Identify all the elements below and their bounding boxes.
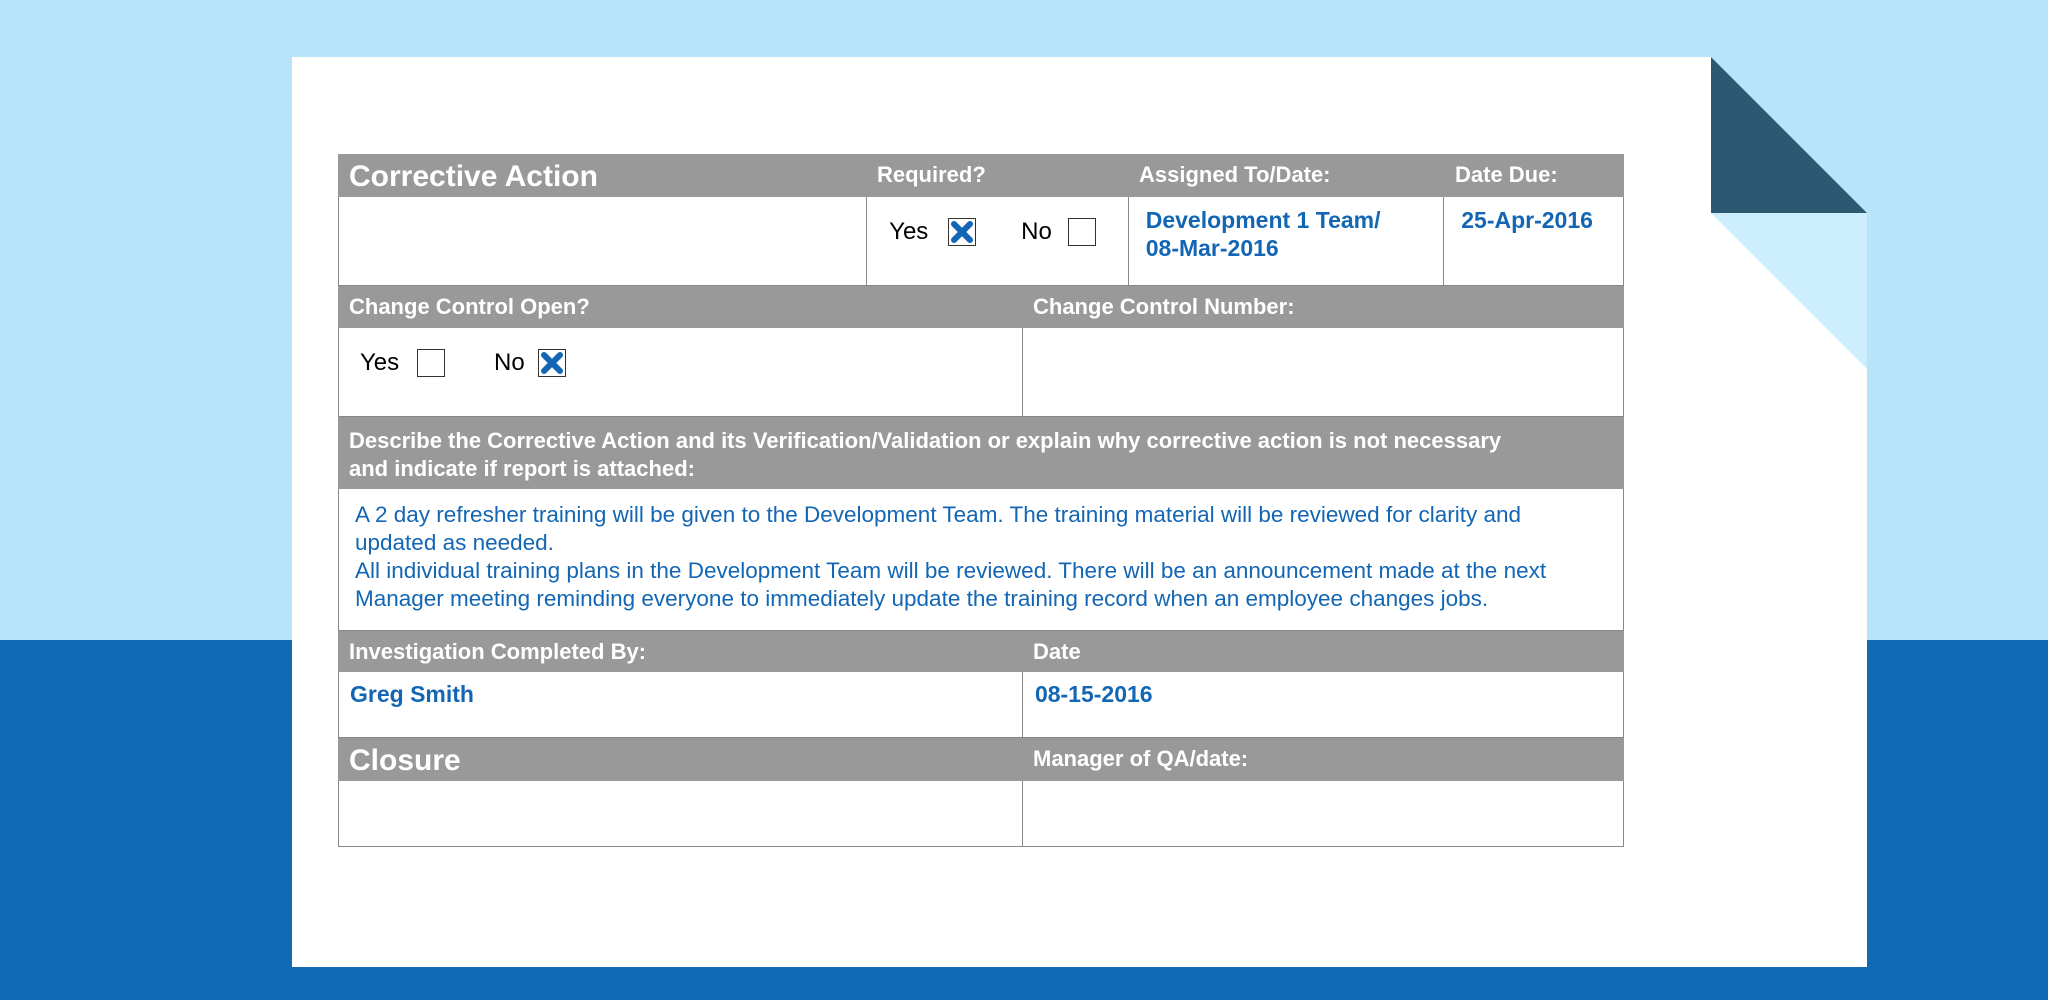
investigation-completed-by-value: Greg Smith bbox=[350, 681, 474, 707]
description-text: A 2 day refresher training will be given… bbox=[339, 489, 1623, 630]
change-control-open-label: Change Control Open? bbox=[349, 294, 590, 319]
investigation-date-value: 08-15-2016 bbox=[1021, 672, 1623, 737]
check-x-icon bbox=[540, 352, 563, 374]
description-label-line1: Describe the Corrective Action and its V… bbox=[349, 428, 1502, 453]
change-control-no-group: No bbox=[494, 349, 566, 377]
required-label: Required? bbox=[877, 162, 986, 187]
description-line-2: updated as needed. bbox=[355, 530, 554, 555]
corrective-action-blank-cell bbox=[339, 197, 866, 285]
change-control-number-label: Change Control Number: bbox=[1033, 294, 1295, 319]
manager-qa-field[interactable] bbox=[1021, 781, 1623, 846]
date-due-value: 25-Apr-2016 bbox=[1443, 197, 1623, 285]
description-body-row: A 2 day refresher training will be given… bbox=[338, 489, 1624, 631]
change-control-yes-label: Yes bbox=[360, 349, 400, 376]
check-x-icon bbox=[951, 221, 974, 243]
corrective-action-values-row: Yes No Development 1 Team/ 08-Mar-2016 2… bbox=[338, 197, 1624, 286]
assigned-to-cell: Development 1 Team/ 08-Mar-2016 bbox=[1127, 197, 1444, 285]
description-label: Describe the Corrective Action and its V… bbox=[338, 417, 1624, 489]
description-label-line2: and indicate if report is attached: bbox=[349, 456, 695, 481]
required-no-group: No bbox=[1021, 218, 1096, 246]
change-control-yes-group: Yes bbox=[360, 349, 446, 377]
change-control-header-row: Change Control Open? Change Control Numb… bbox=[338, 286, 1624, 328]
change-control-number-field[interactable] bbox=[1021, 328, 1623, 416]
description-line-1: A 2 day refresher training will be given… bbox=[355, 502, 1522, 527]
closure-title: Closure bbox=[349, 744, 461, 777]
required-yes-checkbox[interactable] bbox=[948, 218, 977, 246]
closure-field[interactable] bbox=[339, 781, 1022, 846]
closure-header-row: Closure Manager of QA/date: bbox=[338, 738, 1624, 781]
description-line-3: All individual training plans in the Dev… bbox=[355, 558, 1547, 583]
required-yes-label: Yes bbox=[889, 218, 929, 245]
required-cell: Yes No bbox=[866, 197, 1128, 285]
change-control-no-checkbox[interactable] bbox=[537, 349, 566, 377]
change-control-open-cell: Yes No bbox=[339, 328, 1022, 416]
change-control-values-row: Yes No bbox=[338, 328, 1624, 417]
assigned-to-team: Development 1 Team/ bbox=[1145, 207, 1381, 233]
investigation-values-row: Greg Smith 08-15-2016 bbox=[338, 672, 1624, 738]
required-no-label: No bbox=[1021, 218, 1052, 245]
assigned-to-label: Assigned To/Date: bbox=[1139, 162, 1331, 187]
required-yes-group: Yes bbox=[889, 218, 977, 246]
manager-qa-label: Manager of QA/date: bbox=[1033, 746, 1249, 771]
date-due-label: Date Due: bbox=[1455, 162, 1558, 187]
closure-values-row bbox=[338, 781, 1624, 847]
investigation-date-label: Date bbox=[1033, 639, 1081, 664]
investigation-header-row: Investigation Completed By: Date bbox=[338, 631, 1624, 672]
change-control-no-label: No bbox=[494, 349, 525, 376]
corrective-action-title: Corrective Action bbox=[349, 160, 598, 193]
change-control-yes-checkbox[interactable] bbox=[417, 349, 446, 377]
required-no-checkbox[interactable] bbox=[1067, 218, 1096, 246]
assigned-to-date: 08-Mar-2016 bbox=[1145, 235, 1279, 261]
corrective-action-form: Corrective Action Required? Assigned To/… bbox=[338, 154, 1624, 847]
description-line-4: Manager meeting reminding everyone to im… bbox=[355, 586, 1489, 611]
investigation-completed-by-label: Investigation Completed By: bbox=[349, 639, 647, 664]
description-header-row: Describe the Corrective Action and its V… bbox=[338, 417, 1624, 489]
corrective-action-header-row: Corrective Action Required? Assigned To/… bbox=[338, 154, 1624, 197]
